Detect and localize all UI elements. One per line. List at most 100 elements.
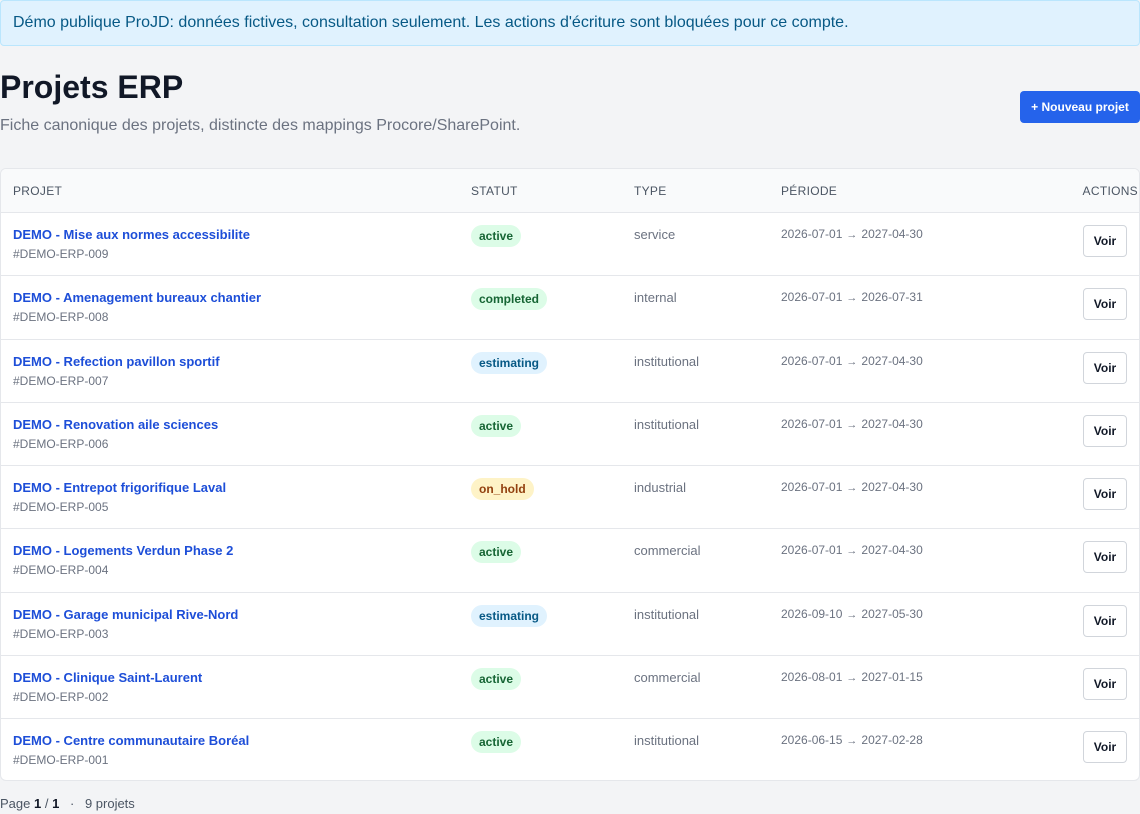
pager-dot: · xyxy=(69,796,75,811)
project-code: #DEMO-ERP-006 xyxy=(13,436,109,451)
project-name-link[interactable]: DEMO - Refection pavillon sportif xyxy=(13,354,220,369)
column-header-projet: PROJET xyxy=(13,184,63,198)
project-period: 2026-07-01 → 2027-04-30 xyxy=(781,227,923,242)
project-type: internal xyxy=(634,290,677,306)
project-code: #DEMO-ERP-003 xyxy=(13,626,109,641)
project-code: #DEMO-ERP-007 xyxy=(13,373,109,388)
project-code: #DEMO-ERP-001 xyxy=(13,753,109,768)
arrow-right-icon: → xyxy=(846,545,858,558)
view-project-button[interactable]: Voir xyxy=(1083,351,1127,384)
table-row: DEMO - Renovation aile sciences #DEMO-ERP… xyxy=(1,403,1139,467)
status-badge: active xyxy=(471,414,522,437)
project-type: commercial xyxy=(634,543,701,559)
view-project-button[interactable]: Voir xyxy=(1083,414,1127,447)
project-code: #DEMO-ERP-005 xyxy=(13,500,109,515)
period-start: 2026-07-01 xyxy=(781,480,843,495)
project-type: institutional xyxy=(634,416,700,432)
arrow-right-icon: → xyxy=(846,735,858,748)
arrow-right-icon: → xyxy=(846,482,858,495)
arrow-right-icon: → xyxy=(846,229,858,241)
project-period: 2026-07-01 → 2027-04-30 xyxy=(781,417,923,432)
view-project-button[interactable]: Voir xyxy=(1083,541,1127,574)
status-badge: on_hold xyxy=(471,478,534,501)
project-type: institutional xyxy=(634,733,700,749)
demo-banner: Démo publique ProJD: données fictives, c… xyxy=(0,0,1140,46)
period-start: 2026-06-15 xyxy=(781,733,843,748)
status-badge: estimating xyxy=(471,604,548,627)
view-project-button[interactable]: Voir xyxy=(1083,288,1127,321)
status-badge: estimating xyxy=(471,351,548,374)
table-row: DEMO - Clinique Saint-Laurent #DEMO-ERP-0… xyxy=(1,656,1139,720)
status-badge: active xyxy=(471,668,522,691)
pagination-info: Page 1 / 1 · 9 projets xyxy=(0,796,135,811)
new-project-button[interactable]: + Nouveau projet xyxy=(1020,91,1140,123)
period-end: 2027-04-30 xyxy=(861,480,923,495)
arrow-right-icon: → xyxy=(846,608,858,621)
project-type: institutional xyxy=(634,353,700,369)
period-start: 2026-07-01 xyxy=(781,290,843,305)
project-type: commercial xyxy=(634,670,701,686)
projects-table: PROJET STATUT TYPE PÉRIODE ACTIONS DEMO … xyxy=(0,168,1140,781)
period-end: 2027-02-28 xyxy=(861,733,923,748)
project-type: service xyxy=(634,227,676,242)
project-code: #DEMO-ERP-009 xyxy=(13,247,109,261)
table-header: PROJET STATUT TYPE PÉRIODE ACTIONS xyxy=(1,169,1139,213)
table-row: DEMO - Logements Verdun Phase 2 #DEMO-ERP… xyxy=(1,529,1139,593)
arrow-right-icon: → xyxy=(846,355,858,368)
project-name-link[interactable]: DEMO - Renovation aile sciences xyxy=(13,417,218,432)
period-start: 2026-07-01 xyxy=(781,416,843,431)
project-name-link[interactable]: DEMO - Clinique Saint-Laurent xyxy=(13,670,202,685)
column-header-periode: PÉRIODE xyxy=(781,184,838,198)
project-type: institutional xyxy=(634,606,700,622)
column-header-statut: STATUT xyxy=(471,184,518,198)
project-period: 2026-07-01 → 2027-04-30 xyxy=(781,354,923,369)
table-row: DEMO - Centre communautaire Boréal #DEMO-… xyxy=(1,719,1139,780)
period-end: 2027-04-30 xyxy=(861,543,923,558)
table-row: DEMO - Entrepot frigorifique Laval #DEMO-… xyxy=(1,466,1139,530)
project-name-link[interactable]: DEMO - Entrepot frigorifique Laval xyxy=(13,480,226,495)
view-project-button[interactable]: Voir xyxy=(1083,668,1127,701)
pager-current-page: 1 xyxy=(34,796,42,811)
period-end: 2026-07-31 xyxy=(861,290,923,305)
page-title: Projets ERP xyxy=(0,69,184,105)
period-end: 2027-04-30 xyxy=(861,353,923,368)
arrow-right-icon: → xyxy=(846,418,858,431)
period-start: 2026-07-01 xyxy=(781,353,843,368)
pager-count: 9 projets xyxy=(84,796,135,811)
project-code: #DEMO-ERP-002 xyxy=(13,690,109,705)
demo-banner-text: Démo publique ProJD: données fictives, c… xyxy=(13,14,849,31)
project-period: 2026-07-01 → 2027-04-30 xyxy=(781,480,923,495)
pager-page-label: Page xyxy=(0,796,31,811)
project-name-link[interactable]: DEMO - Garage municipal Rive-Nord xyxy=(13,607,238,622)
period-end: 2027-05-30 xyxy=(861,606,923,621)
arrow-right-icon: → xyxy=(846,292,858,305)
project-period: 2026-09-10 → 2027-05-30 xyxy=(781,607,923,622)
project-code: #DEMO-ERP-004 xyxy=(13,563,109,578)
period-start: 2026-07-01 xyxy=(781,227,843,241)
view-project-button[interactable]: Voir xyxy=(1083,478,1127,511)
project-name-link[interactable]: DEMO - Centre communautaire Boréal xyxy=(13,733,249,748)
project-type: industrial xyxy=(634,480,687,496)
column-header-type: TYPE xyxy=(634,184,667,198)
project-period: 2026-07-01 → 2027-04-30 xyxy=(781,543,923,558)
project-name-link[interactable]: DEMO - Amenagement bureaux chantier xyxy=(13,290,261,305)
pager-separator: / xyxy=(44,796,49,811)
project-name-link[interactable]: DEMO - Logements Verdun Phase 2 xyxy=(13,543,233,558)
period-end: 2027-04-30 xyxy=(861,416,923,431)
status-badge: completed xyxy=(471,288,548,311)
page-subtitle: Fiche canonique des projets, distincte d… xyxy=(0,117,521,134)
table-row: DEMO - Mise aux normes accessibilite #DEM… xyxy=(1,213,1139,277)
arrow-right-icon: → xyxy=(846,672,858,685)
period-end: 2027-01-15 xyxy=(861,670,923,685)
view-project-button[interactable]: Voir xyxy=(1083,604,1127,637)
table-row: DEMO - Refection pavillon sportif #DEMO-E… xyxy=(1,340,1139,403)
project-period: 2026-06-15 → 2027-02-28 xyxy=(781,733,923,748)
project-name-link[interactable]: DEMO - Mise aux normes accessibilite xyxy=(13,227,250,242)
project-period: 2026-07-01 → 2026-07-31 xyxy=(781,290,923,305)
table-body: DEMO - Mise aux normes accessibilite #DEM… xyxy=(1,213,1139,780)
view-project-button[interactable]: Voir xyxy=(1083,731,1127,764)
view-project-button[interactable]: Voir xyxy=(1083,225,1127,257)
project-period: 2026-08-01 → 2027-01-15 xyxy=(781,670,923,685)
period-start: 2026-08-01 xyxy=(781,670,843,685)
pager-total-pages: 1 xyxy=(52,796,60,811)
